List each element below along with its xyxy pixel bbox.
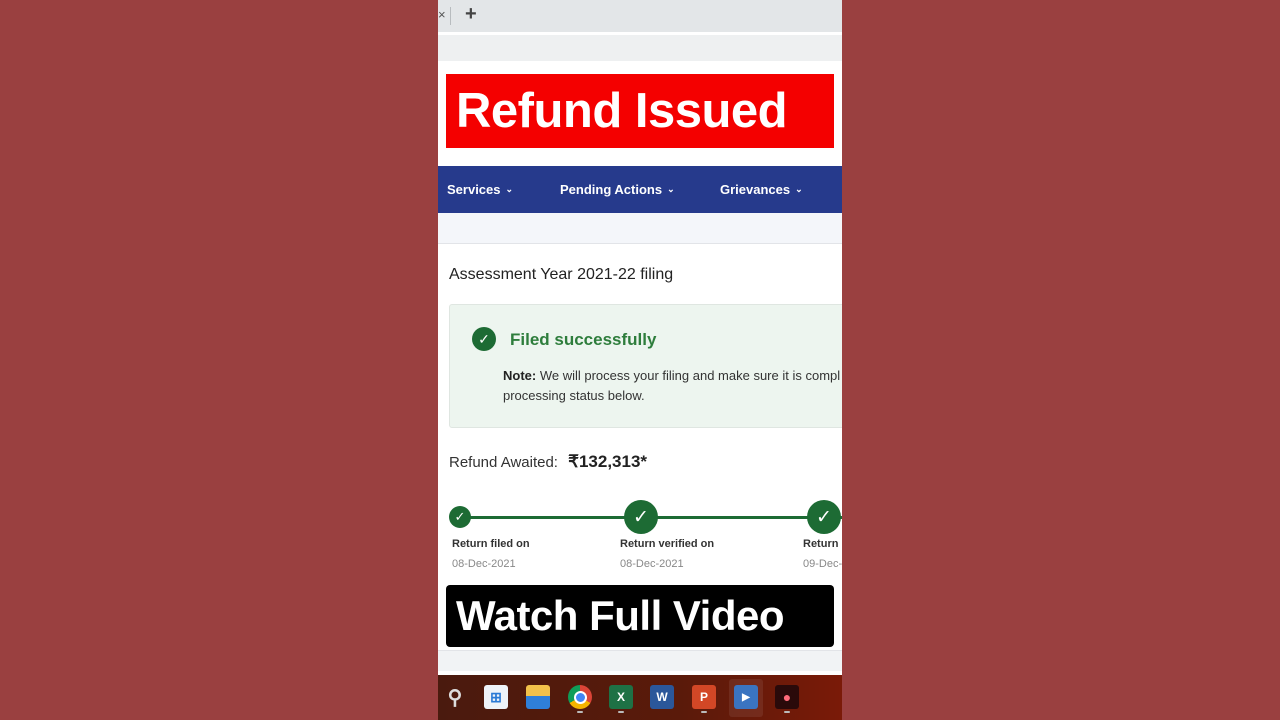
filing-status-card: ✓ Filed successfully Note: We will proce… bbox=[449, 304, 842, 428]
powerpoint-icon[interactable]: P bbox=[692, 685, 716, 709]
note-text-line2: processing status below. bbox=[503, 388, 645, 403]
nav-item-grievances[interactable]: Grievances ⌄ bbox=[720, 182, 803, 197]
excel-icon[interactable]: X bbox=[609, 685, 633, 709]
refund-label: Refund Awaited: bbox=[449, 454, 558, 471]
taskbar: ⚲ ⊞ X W P ▶ ● bbox=[438, 675, 842, 720]
step-label: Return filed on bbox=[452, 538, 530, 550]
chrome-active-indicator bbox=[577, 711, 583, 713]
refund-amount: ₹132,313* bbox=[568, 452, 648, 471]
assessment-year-title: Assessment Year 2021-22 filing bbox=[449, 266, 674, 283]
refund-status: Refund Awaited: ₹132,313* bbox=[449, 452, 647, 472]
recorder-active-indicator bbox=[784, 711, 790, 713]
excel-active-indicator bbox=[618, 711, 624, 713]
nav-item-pending-actions[interactable]: Pending Actions ⌄ bbox=[560, 182, 675, 197]
check-circle-icon: ✓ bbox=[472, 327, 496, 351]
step-date: 08-Dec-2021 bbox=[620, 558, 684, 570]
step-check-icon: ✓ bbox=[449, 506, 471, 528]
main-navbar: Services ⌄ Pending Actions ⌄ Grievances … bbox=[438, 166, 842, 213]
note-label: Note: bbox=[503, 368, 537, 383]
browser-window: × + Refund Issued Services ⌄ Pending Act… bbox=[438, 0, 842, 720]
note-text-line1: We will process your filing and make sur… bbox=[536, 368, 841, 383]
nav-label: Services bbox=[447, 182, 501, 197]
microsoft-store-icon[interactable]: ⊞ bbox=[484, 685, 508, 709]
search-icon[interactable]: ⚲ bbox=[443, 685, 467, 709]
page-header: Refund Issued bbox=[438, 61, 842, 166]
step-label: Return p bbox=[803, 538, 842, 550]
close-tab-icon[interactable]: × bbox=[438, 7, 446, 22]
chrome-icon[interactable] bbox=[568, 685, 592, 709]
nav-label: Grievances bbox=[720, 182, 791, 197]
plus-icon[interactable]: + bbox=[465, 3, 477, 26]
chevron-down-icon: ⌄ bbox=[505, 184, 514, 194]
step-check-icon: ✓ bbox=[624, 500, 658, 534]
nav-label: Pending Actions bbox=[560, 182, 663, 197]
chevron-down-icon: ⌄ bbox=[667, 184, 675, 194]
step-check-icon: ✓ bbox=[807, 500, 841, 534]
refund-issued-banner: Refund Issued bbox=[446, 74, 834, 148]
word-icon[interactable]: W bbox=[650, 685, 674, 709]
step-label: Return verified on bbox=[620, 538, 715, 550]
status-title: Filed successfully bbox=[510, 330, 657, 349]
page-footer-strip bbox=[438, 650, 842, 671]
processing-timeline: ✓ ✓ ✓ Return filed on 08-Dec-2021 Return… bbox=[438, 500, 842, 580]
address-bar[interactable] bbox=[438, 35, 842, 61]
tab-bar: × + bbox=[438, 0, 842, 32]
filing-note: Note: We will process your filing and ma… bbox=[503, 366, 842, 406]
powerpoint-active-indicator bbox=[701, 711, 707, 713]
file-explorer-icon[interactable] bbox=[526, 685, 550, 709]
step-date: 08-Dec-2021 bbox=[452, 558, 516, 570]
sub-header-bar bbox=[438, 213, 842, 244]
screen-recorder-icon[interactable]: ● bbox=[775, 685, 799, 709]
tab-separator bbox=[450, 7, 451, 25]
watch-full-video-banner: Watch Full Video bbox=[446, 585, 834, 647]
nav-item-services[interactable]: Services ⌄ bbox=[447, 182, 513, 197]
media-player-icon[interactable]: ▶ bbox=[734, 685, 758, 709]
step-date: 09-Dec- bbox=[803, 558, 842, 570]
chevron-down-icon: ⌄ bbox=[795, 184, 803, 194]
